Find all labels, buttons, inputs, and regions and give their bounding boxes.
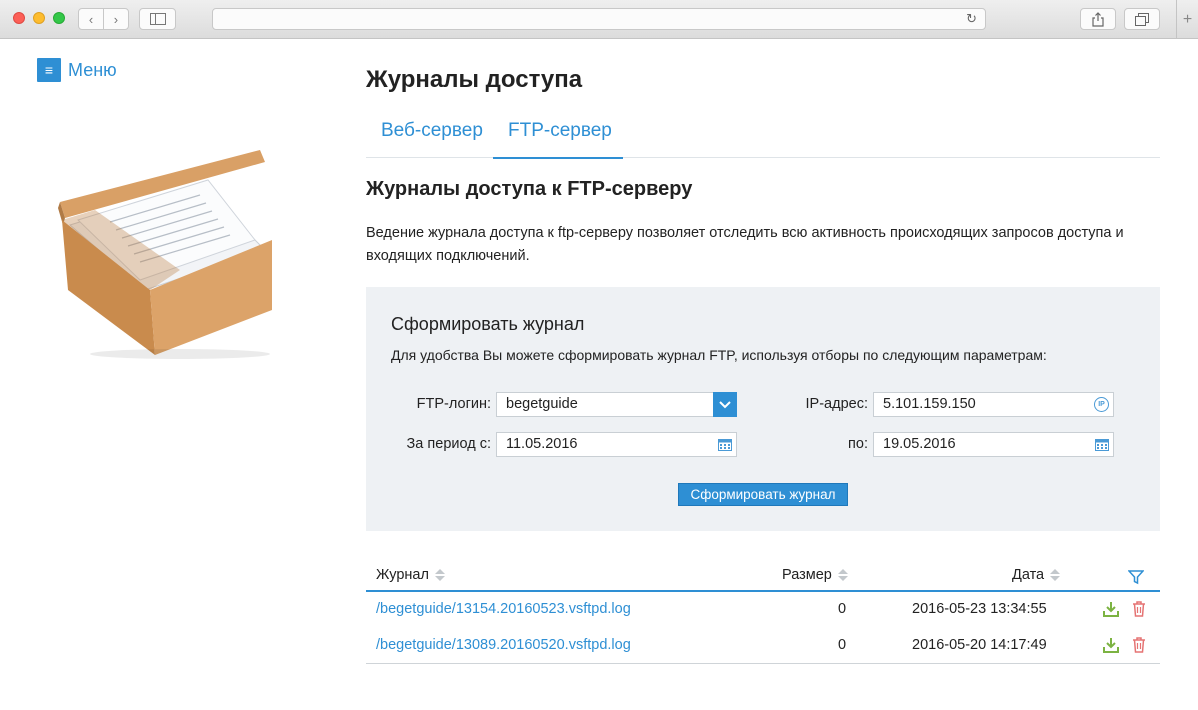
calendar-icon[interactable] bbox=[1095, 438, 1109, 451]
address-bar[interactable]: ↻ bbox=[212, 8, 986, 30]
table-row: /begetguide/13154.20160523.vsftpd.log 0 … bbox=[366, 592, 1160, 628]
close-window-button[interactable] bbox=[13, 12, 25, 24]
logs-table: Журнал Размер Дата /begetguide/13154.201… bbox=[366, 561, 1160, 664]
ip-address-label: IP-адрес: bbox=[805, 396, 868, 412]
period-to-label: по: bbox=[848, 436, 868, 452]
table-header: Журнал Размер Дата bbox=[366, 561, 1160, 592]
box-with-papers-icon bbox=[58, 150, 272, 359]
column-journal[interactable]: Журнал bbox=[376, 567, 445, 583]
generate-log-panel: Сформировать журнал Для удобства Вы може… bbox=[366, 287, 1160, 531]
delete-icon[interactable] bbox=[1130, 600, 1148, 618]
period-from-input[interactable]: 11.05.2016 bbox=[496, 432, 737, 457]
download-icon[interactable] bbox=[1102, 636, 1120, 654]
tab-ftp-server[interactable]: FTP-сервер bbox=[493, 120, 623, 159]
chevron-down-icon bbox=[719, 400, 731, 408]
period-to-value: 19.05.2016 bbox=[883, 436, 956, 452]
menu-button[interactable]: ≡ Меню bbox=[37, 58, 117, 82]
ip-address-value: 5.101.159.150 bbox=[883, 396, 976, 412]
delete-icon[interactable] bbox=[1130, 636, 1148, 654]
log-date: 2016-05-20 14:17:49 bbox=[912, 637, 1047, 653]
back-button[interactable]: ‹ bbox=[79, 12, 103, 27]
sort-icon bbox=[1050, 569, 1061, 581]
panel-title: Сформировать журнал bbox=[391, 314, 585, 334]
sort-icon bbox=[434, 569, 445, 581]
section-title: Журналы доступа к FTP-серверу bbox=[366, 178, 693, 200]
column-date[interactable]: Дата bbox=[1012, 567, 1061, 583]
history-nav: ‹ › bbox=[78, 8, 129, 30]
ftp-login-select[interactable]: begetguide bbox=[496, 392, 737, 417]
generate-log-button[interactable]: Сформировать журнал bbox=[678, 483, 848, 506]
log-file-link[interactable]: /begetguide/13154.20160523.vsftpd.log bbox=[376, 601, 631, 617]
sidebar-icon bbox=[149, 13, 166, 25]
log-size: 0 bbox=[838, 637, 847, 653]
column-date-label: Дата bbox=[1012, 567, 1045, 583]
period-to-input[interactable]: 19.05.2016 bbox=[873, 432, 1114, 457]
new-tab-button[interactable]: + bbox=[1176, 0, 1198, 39]
panel-description: Для удобства Вы можете сформировать журн… bbox=[391, 347, 1047, 363]
ip-icon[interactable]: IP bbox=[1094, 397, 1109, 412]
tab-web-server[interactable]: Веб-сервер bbox=[381, 120, 483, 158]
column-size-label: Размер bbox=[782, 567, 832, 583]
zoom-window-button[interactable] bbox=[53, 12, 65, 24]
hamburger-icon: ≡ bbox=[37, 58, 61, 82]
log-file-link[interactable]: /begetguide/13089.20160520.vsftpd.log bbox=[376, 637, 631, 653]
menu-label: Меню bbox=[68, 59, 117, 80]
period-from-value: 11.05.2016 bbox=[506, 436, 578, 452]
browser-toolbar: ‹ › ↻ + bbox=[0, 0, 1198, 39]
tab-bar: Веб-сервер FTP-сервер bbox=[366, 112, 1160, 159]
table-row: /begetguide/13089.20160520.vsftpd.log 0 … bbox=[366, 628, 1160, 664]
dropdown-button[interactable] bbox=[713, 392, 737, 417]
ip-address-input[interactable]: 5.101.159.150 IP bbox=[873, 392, 1114, 417]
page-title: Журналы доступа bbox=[366, 66, 583, 93]
ftp-login-label: FTP-логин: bbox=[416, 396, 491, 412]
period-from-label: За период с: bbox=[406, 436, 491, 452]
tabs-icon bbox=[1135, 12, 1149, 26]
calendar-icon[interactable] bbox=[718, 438, 732, 451]
sidebar-toggle-button[interactable] bbox=[139, 8, 176, 30]
column-size[interactable]: Размер bbox=[782, 567, 848, 583]
filter-icon[interactable] bbox=[1128, 569, 1144, 585]
show-tabs-button[interactable] bbox=[1124, 8, 1160, 30]
log-date: 2016-05-23 13:34:55 bbox=[912, 601, 1047, 617]
log-size: 0 bbox=[838, 601, 847, 617]
forward-button[interactable]: › bbox=[104, 12, 128, 27]
reload-icon[interactable]: ↻ bbox=[966, 11, 977, 27]
ftp-login-value: begetguide bbox=[506, 396, 578, 412]
share-icon bbox=[1092, 11, 1104, 27]
share-button[interactable] bbox=[1080, 8, 1116, 30]
download-icon[interactable] bbox=[1102, 600, 1120, 618]
minimize-window-button[interactable] bbox=[33, 12, 45, 24]
column-journal-label: Журнал bbox=[376, 567, 429, 583]
sort-icon bbox=[837, 569, 848, 581]
section-description: Ведение журнала доступа к ftp-серверу по… bbox=[366, 225, 1124, 264]
